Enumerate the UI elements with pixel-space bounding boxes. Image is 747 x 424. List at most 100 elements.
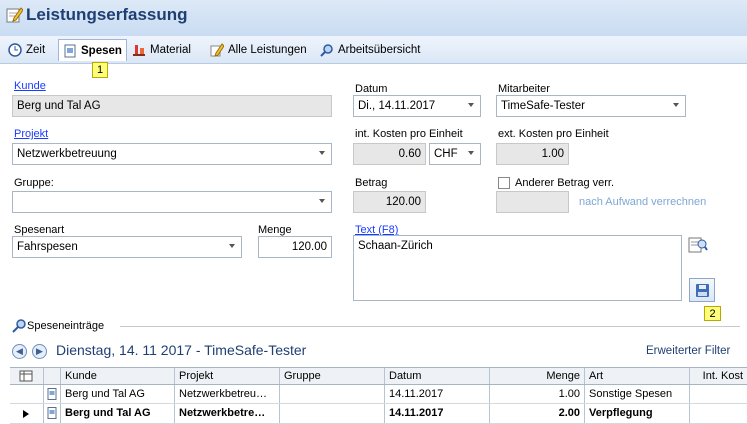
kunde-label-link[interactable]: Kunde: [14, 80, 46, 92]
projekt-select[interactable]: Netzwerkbetreuung: [12, 143, 332, 165]
magnifier-icon: [12, 319, 26, 333]
col-datum[interactable]: Datum: [385, 368, 490, 384]
menge-input[interactable]: 120.00: [258, 236, 332, 258]
page-title: Leistungserfassung: [26, 5, 188, 24]
material-icon: [133, 45, 145, 56]
cell-art: Verpflegung: [585, 404, 690, 423]
mitarbeiter-select[interactable]: TimeSafe-Tester: [496, 95, 686, 117]
kunde-field[interactable]: Berg und Tal AG: [12, 95, 332, 117]
cell-datum: 14.11.2017: [385, 385, 490, 403]
row-indicator: [10, 404, 44, 423]
tab-label: Arbeitsübersicht: [338, 44, 421, 56]
projekt-value: Netzwerkbetreuung: [17, 148, 117, 160]
col-art[interactable]: Art: [585, 368, 690, 384]
text-edit-icon[interactable]: [688, 236, 708, 254]
spesenart-label: Spesenart: [14, 224, 65, 236]
save-button[interactable]: [689, 278, 715, 302]
currency-value: CHF: [434, 148, 458, 160]
cell-gruppe: [280, 385, 385, 403]
pencil-icon: [210, 43, 224, 57]
cell-projekt: Netzwerkbetreu…: [175, 385, 280, 403]
nach-aufwand-label: nach Aufwand verrechnen: [579, 196, 707, 208]
cell-int-kosten: [690, 385, 747, 403]
table-row[interactable]: Berg und Tal AG Netzwerkbetreu… 14.11.20…: [10, 385, 747, 404]
anderer-betrag-field[interactable]: [496, 191, 569, 213]
pencil-notepad-icon: [6, 7, 23, 23]
mitarbeiter-label: Mitarbeiter: [498, 83, 550, 95]
spesenart-value: Fahrspesen: [17, 241, 78, 253]
datum-label: Datum: [355, 83, 388, 95]
cell-menge: 1.00: [490, 385, 585, 403]
col-int-kosten[interactable]: Int. Kost: [690, 368, 747, 384]
receipt-icon: [47, 388, 57, 400]
row-icon-cell: [44, 385, 61, 403]
menge-label: Menge: [258, 224, 292, 236]
tab-label: Spesen: [81, 44, 122, 57]
current-row-arrow-icon: [23, 410, 29, 418]
nav-date-title: Dienstag, 14. 11 2017 - TimeSafe-Tester: [56, 342, 307, 358]
datum-select[interactable]: Di., 14.11.2017: [353, 95, 481, 117]
magnifier-icon: [320, 44, 333, 57]
next-day-button[interactable]: ▶: [32, 344, 47, 359]
cell-datum: 14.11.2017: [385, 404, 490, 423]
tab-arbeitsuebersicht[interactable]: Arbeitsübersicht: [320, 39, 420, 61]
int-kosten-field[interactable]: 0.60: [353, 143, 426, 165]
col-kunde[interactable]: Kunde: [61, 368, 175, 384]
betrag-label: Betrag: [355, 177, 388, 189]
icon-col-header: [44, 368, 61, 384]
chevron-down-icon: [319, 199, 325, 203]
group-title: Speseneinträge: [27, 320, 105, 332]
tab-label: Material: [150, 44, 191, 56]
grid-options-icon: [19, 370, 33, 382]
text-area[interactable]: Schaan-Zürich: [353, 235, 682, 301]
advanced-filter-link[interactable]: Erweiterter Filter: [646, 345, 730, 357]
group-divider: [120, 326, 740, 327]
tab-label: Zeit: [26, 44, 46, 56]
gruppe-select[interactable]: [12, 191, 332, 213]
floppy-disk-icon: [696, 284, 709, 297]
betrag-field[interactable]: 120.00: [353, 191, 426, 213]
col-gruppe[interactable]: Gruppe: [280, 368, 385, 384]
clock-icon: [8, 43, 22, 57]
tab-spesen[interactable]: Spesen: [58, 39, 127, 61]
grid-config-button[interactable]: [10, 368, 44, 384]
cell-projekt: Netzwerkbetre…: [175, 404, 280, 423]
anderer-betrag-label: Anderer Betrag verr.: [515, 177, 615, 189]
tab-zeit[interactable]: Zeit: [8, 39, 45, 61]
anderer-betrag-checkbox[interactable]: [498, 177, 510, 189]
spesenart-select[interactable]: Fahrspesen: [12, 236, 242, 258]
mitarbeiter-value: TimeSafe-Tester: [501, 100, 585, 112]
chevron-down-icon: [468, 103, 474, 107]
cell-menge: 2.00: [490, 404, 585, 423]
row-indicator: [10, 385, 44, 403]
tab-alle-leistungen[interactable]: Alle Leistungen: [210, 39, 307, 61]
cell-kunde: Berg und Tal AG: [61, 385, 175, 403]
gruppe-label: Gruppe:: [14, 177, 54, 189]
datum-value: Di., 14.11.2017: [358, 100, 436, 112]
chevron-down-icon: [673, 103, 679, 107]
receipt-icon: [47, 407, 57, 419]
step-badge: 2: [704, 306, 721, 321]
step-badge: 1: [92, 62, 108, 78]
grid-header: Kunde Projekt Gruppe Datum Menge Art Int…: [10, 367, 747, 385]
cell-int-kosten: [690, 404, 747, 423]
currency-select[interactable]: CHF: [429, 143, 481, 165]
previous-day-button[interactable]: ◀: [12, 344, 27, 359]
chevron-down-icon: [229, 244, 235, 248]
row-icon-cell: [44, 404, 61, 423]
chevron-down-icon: [319, 151, 325, 155]
tab-material[interactable]: Material: [132, 39, 191, 61]
projekt-label-link[interactable]: Projekt: [14, 128, 48, 140]
tab-label: Alle Leistungen: [228, 44, 307, 56]
table-row-selected[interactable]: Berg und Tal AG Netzwerkbetre… 14.11.201…: [10, 404, 747, 424]
ext-kosten-label: ext. Kosten pro Einheit: [498, 128, 609, 140]
receipt-icon: [64, 44, 76, 57]
col-projekt[interactable]: Projekt: [175, 368, 280, 384]
int-kosten-label: int. Kosten pro Einheit: [355, 128, 463, 140]
col-menge[interactable]: Menge: [490, 368, 585, 384]
cell-gruppe: [280, 404, 385, 423]
cell-art: Sonstige Spesen: [585, 385, 690, 403]
cell-kunde: Berg und Tal AG: [61, 404, 175, 423]
ext-kosten-field[interactable]: 1.00: [496, 143, 569, 165]
chevron-down-icon: [468, 151, 474, 155]
